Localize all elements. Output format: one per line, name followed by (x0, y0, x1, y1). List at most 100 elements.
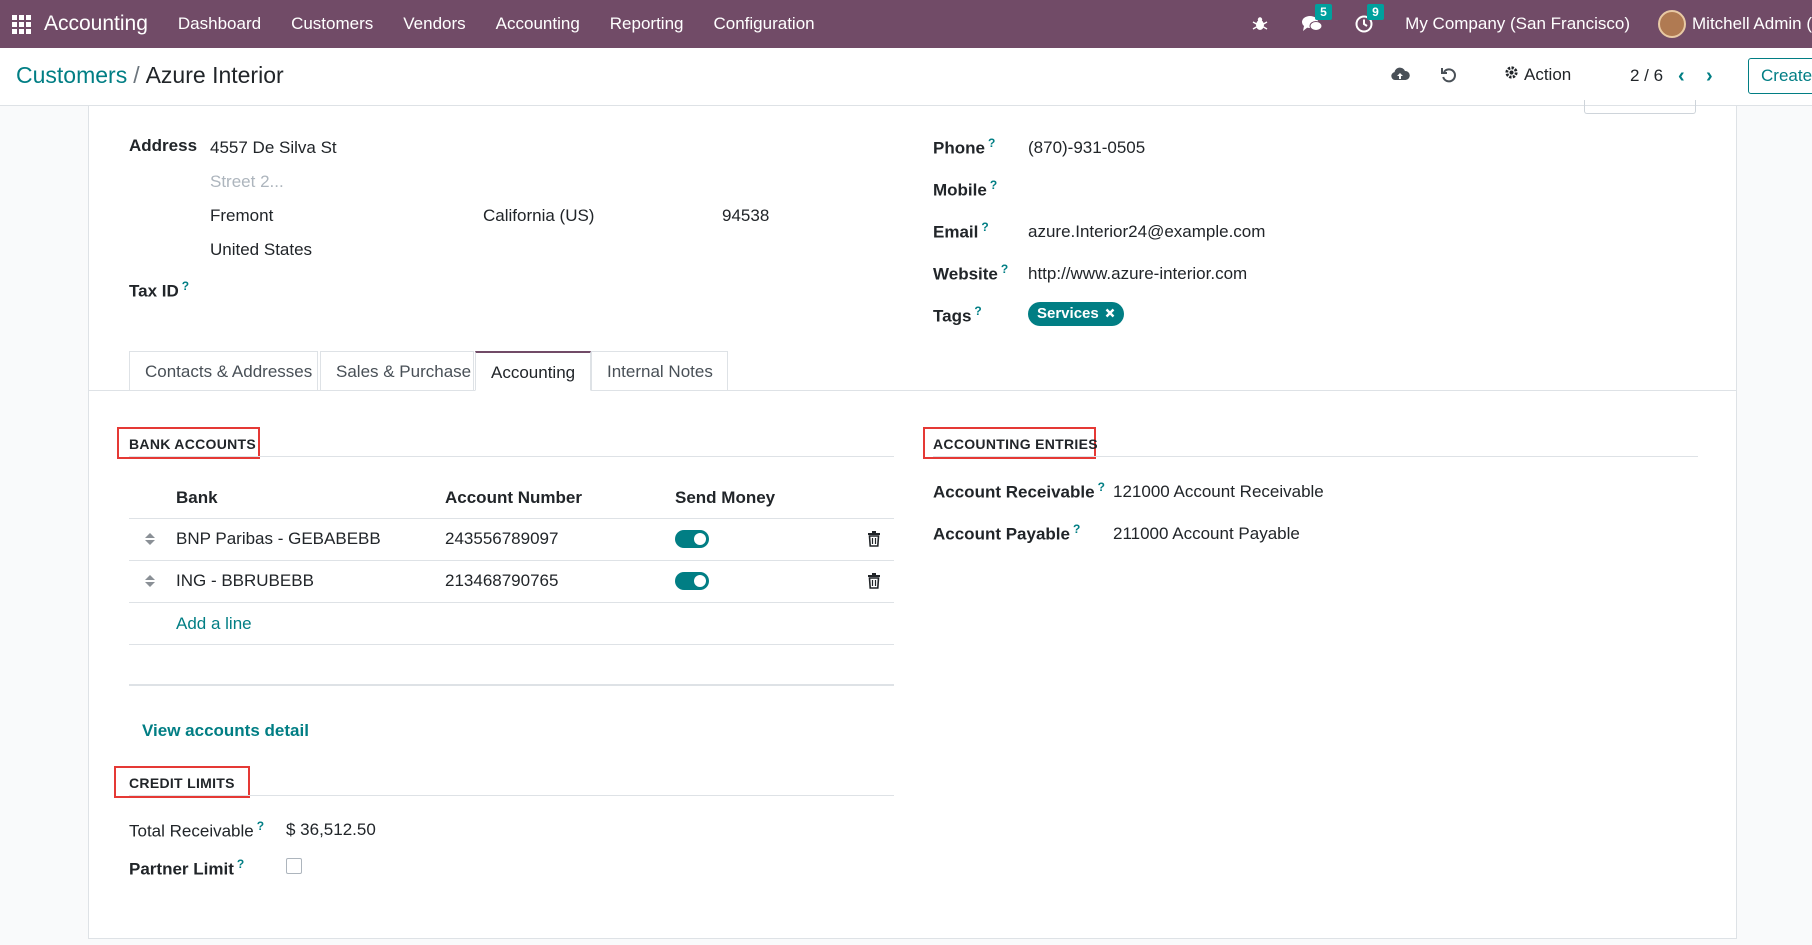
tab-internal-notes[interactable]: Internal Notes (591, 351, 728, 391)
bank-row-2-send-money-toggle[interactable] (675, 572, 709, 590)
pager-previous-icon[interactable]: ‹ (1678, 65, 1685, 88)
accounting-entries-rule (933, 456, 1698, 457)
phone-field[interactable]: (870)-931-0505 (1028, 138, 1145, 158)
tab-sales-purchase[interactable]: Sales & Purchase (320, 351, 474, 391)
bank-section-bottom-rule (129, 684, 894, 686)
help-mark[interactable]: ? (988, 136, 995, 150)
tag-services[interactable]: Services (1028, 302, 1124, 326)
drag-handle-icon[interactable] (144, 573, 156, 589)
pager-value[interactable]: 2 / 6 (1630, 66, 1663, 86)
credit-limits-rule (129, 795, 894, 796)
menu-vendors[interactable]: Vendors (403, 14, 465, 34)
phone-label: Phone? (933, 136, 996, 158)
tax-id-label: Tax ID? (129, 279, 190, 301)
gear-icon (1504, 65, 1519, 85)
action-menu-button[interactable]: Action (1504, 65, 1571, 85)
column-header-send-money[interactable]: Send Money (675, 488, 775, 508)
delete-row-trash-icon[interactable] (867, 573, 881, 589)
address-label: Address (129, 136, 198, 155)
bank-accounts-rule (129, 456, 894, 457)
menu-dashboard[interactable]: Dashboard (178, 14, 261, 34)
account-receivable-field[interactable]: 121000 Account Receivable (1113, 482, 1324, 502)
website-field[interactable]: http://www.azure-interior.com (1028, 264, 1247, 284)
breadcrumb-current: Azure Interior (145, 62, 284, 88)
tab-accounting[interactable]: Accounting (475, 351, 591, 391)
account-payable-field[interactable]: 211000 Account Payable (1113, 524, 1300, 544)
discard-undo-icon[interactable] (1440, 66, 1460, 86)
form-sheet: Address 4557 De Silva St Street 2... Fre… (88, 100, 1737, 939)
top-navbar: Accounting Dashboard Customers Vendors A… (0, 0, 1812, 48)
column-header-bank[interactable]: Bank (176, 488, 218, 508)
credit-limits-title: CREDIT LIMITS (129, 775, 235, 791)
control-panel: Customers / Azure Interior Action 2 / 6 ‹ … (0, 48, 1812, 106)
bank-accounts-title: BANK ACCOUNTS (129, 436, 257, 452)
activities-clock-icon[interactable]: 9 (1353, 4, 1384, 35)
activities-count-badge: 9 (1367, 4, 1384, 20)
bug-icon[interactable] (1249, 13, 1271, 35)
column-header-account-number[interactable]: Account Number (445, 488, 582, 508)
partner-limit-label: Partner Limit? (129, 857, 245, 879)
help-mark[interactable]: ? (257, 819, 264, 833)
tag-label: Services (1037, 305, 1099, 322)
bank-row-2-bank[interactable]: ING - BBRUBEBB (176, 571, 314, 591)
help-mark[interactable]: ? (182, 279, 189, 293)
breadcrumb-separator: / (133, 62, 140, 88)
menu-customers[interactable]: Customers (291, 14, 373, 34)
menu-accounting[interactable]: Accounting (496, 14, 580, 34)
add-a-line-link[interactable]: Add a line (176, 614, 252, 634)
email-label: Email? (933, 220, 989, 242)
save-cloud-icon[interactable] (1390, 66, 1410, 86)
bank-row-1-account-number[interactable]: 243556789097 (445, 529, 558, 549)
messages-count-badge: 5 (1315, 4, 1332, 20)
pager-next-icon[interactable]: › (1706, 65, 1713, 88)
website-label: Website? (933, 262, 1009, 284)
menu-reporting[interactable]: Reporting (610, 14, 684, 34)
breadcrumb: Customers / Azure Interior (16, 62, 284, 89)
help-mark[interactable]: ? (237, 857, 244, 871)
help-mark[interactable]: ? (990, 178, 997, 192)
delete-row-trash-icon[interactable] (867, 531, 881, 547)
total-receivable-value: $ 36,512.50 (286, 820, 376, 839)
city-field[interactable]: Fremont (210, 206, 273, 226)
create-button[interactable]: Create (1748, 58, 1812, 94)
street2-field[interactable]: Street 2... (210, 172, 284, 192)
help-mark[interactable]: ? (1073, 522, 1080, 536)
bank-row-2-account-number[interactable]: 213468790765 (445, 571, 558, 591)
table-header-divider (129, 518, 894, 519)
accounting-entries-title: ACCOUNTING ENTRIES (933, 436, 1098, 452)
email-field[interactable]: azure.Interior24@example.com (1028, 222, 1265, 242)
total-receivable-label: Total Receivable? (129, 819, 265, 841)
partner-limit-checkbox[interactable] (286, 858, 302, 874)
breadcrumb-customers[interactable]: Customers (16, 62, 127, 88)
zip-field[interactable]: 94538 (722, 206, 769, 226)
menu-configuration[interactable]: Configuration (714, 14, 815, 34)
tab-contacts-addresses[interactable]: Contacts & Addresses (129, 351, 318, 391)
drag-handle-icon[interactable] (144, 531, 156, 547)
country-field[interactable]: United States (210, 240, 312, 260)
bank-row-1-bank[interactable]: BNP Paribas - GEBABEBB (176, 529, 381, 549)
table-row-divider (129, 602, 894, 603)
button-box-edge (1584, 100, 1696, 114)
bank-row-1-send-money-toggle[interactable] (675, 530, 709, 548)
help-mark[interactable]: ? (1098, 480, 1105, 494)
state-field[interactable]: California (US) (483, 206, 594, 226)
help-mark[interactable]: ? (1001, 262, 1008, 276)
street-field[interactable]: 4557 De Silva St (210, 138, 337, 158)
tags-label: Tags? (933, 304, 982, 326)
view-accounts-detail-link[interactable]: View accounts detail (142, 721, 309, 741)
table-row-divider (129, 560, 894, 561)
app-name[interactable]: Accounting (44, 12, 148, 36)
account-payable-label: Account Payable? (933, 522, 1081, 544)
messages-icon[interactable]: 5 (1301, 4, 1332, 35)
help-mark[interactable]: ? (974, 304, 981, 318)
apps-menu-icon[interactable] (0, 0, 42, 48)
action-label: Action (1524, 65, 1572, 84)
mobile-label: Mobile? (933, 178, 998, 200)
account-receivable-label: Account Receivable? (933, 480, 1105, 502)
user-menu[interactable]: Mitchell Admin (Ei (1692, 14, 1812, 34)
tag-remove-icon[interactable] (1105, 305, 1115, 322)
company-switcher[interactable]: My Company (San Francisco) (1405, 14, 1630, 34)
table-footer-divider (129, 644, 894, 645)
user-avatar[interactable] (1658, 10, 1686, 38)
help-mark[interactable]: ? (981, 220, 988, 234)
